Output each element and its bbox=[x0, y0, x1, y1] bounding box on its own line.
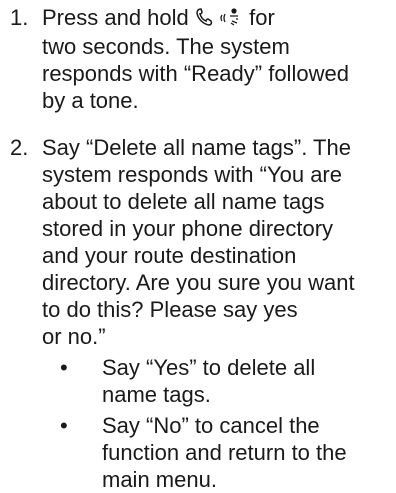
step-text-line: Say “Delete all name tags”. The bbox=[42, 135, 351, 160]
bullet-text-line: main menu. bbox=[102, 467, 217, 492]
step-number: 2. bbox=[10, 135, 29, 160]
step-text-line: and your route destination bbox=[42, 243, 297, 268]
step-text: Say “Delete all name tags”. The system r… bbox=[42, 134, 387, 350]
step-text-line: to do this? Please say yes bbox=[42, 297, 298, 322]
step-text-line: responds with “Ready” followed bbox=[42, 61, 349, 86]
bullet-dot: • bbox=[60, 355, 68, 380]
step-text-line: or no.” bbox=[42, 324, 106, 349]
voice-recognition-icon bbox=[219, 6, 243, 33]
step-text-line: for bbox=[243, 5, 275, 30]
bullet-dot: • bbox=[60, 413, 68, 438]
step-text-line: two seconds. The system bbox=[42, 34, 290, 59]
step-text-line: about to delete all name tags bbox=[42, 189, 325, 214]
bullet-text: Say “Yes” to delete all name tags. bbox=[102, 354, 387, 408]
phone-handset-icon bbox=[195, 6, 213, 33]
step-text-line: by a tone. bbox=[42, 88, 139, 113]
bullet-text: Say “No” to cancel the function and retu… bbox=[102, 412, 387, 493]
instruction-page: 1. Press and hold for two seconds. The s… bbox=[0, 0, 396, 492]
bullet-text-line: function and return to the bbox=[102, 440, 347, 465]
step-text: Press and hold for two seconds. The syst… bbox=[42, 4, 387, 114]
step-text-line: directory. Are you sure you want bbox=[42, 270, 355, 295]
step-text-line: stored in your phone directory bbox=[42, 216, 334, 241]
step-text-line: Press and hold bbox=[42, 5, 195, 30]
bullet-text-line: Say “Yes” to delete all bbox=[102, 355, 316, 380]
bullet-text-line: Say “No” to cancel the bbox=[102, 413, 320, 438]
step-number: 1. bbox=[10, 5, 29, 30]
step-text-line: system responds with “You are bbox=[42, 162, 342, 187]
bullet-text-line: name tags. bbox=[102, 382, 211, 407]
